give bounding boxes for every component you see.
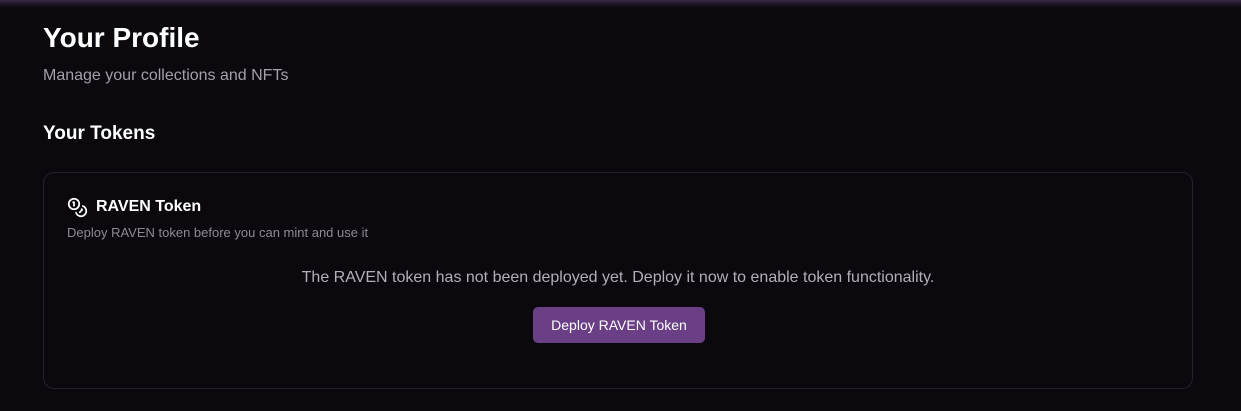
card-description: Deploy RAVEN token before you can mint a… (67, 225, 369, 240)
page-title: Your Profile (43, 22, 200, 53)
raven-token-card: RAVEN Token Deploy RAVEN token before yo… (43, 172, 1193, 389)
card-header: RAVEN Token (67, 197, 201, 217)
deploy-raven-token-button[interactable]: Deploy RAVEN Token (533, 307, 705, 343)
page-subtitle: Manage your collections and NFTs (43, 67, 289, 84)
top-gradient-bar (0, 0, 1241, 8)
coins-icon (67, 197, 88, 218)
tokens-section-title: Your Tokens (43, 123, 156, 144)
card-title: RAVEN Token (96, 198, 202, 215)
not-deployed-message: The RAVEN token has not been deployed ye… (301, 269, 935, 286)
